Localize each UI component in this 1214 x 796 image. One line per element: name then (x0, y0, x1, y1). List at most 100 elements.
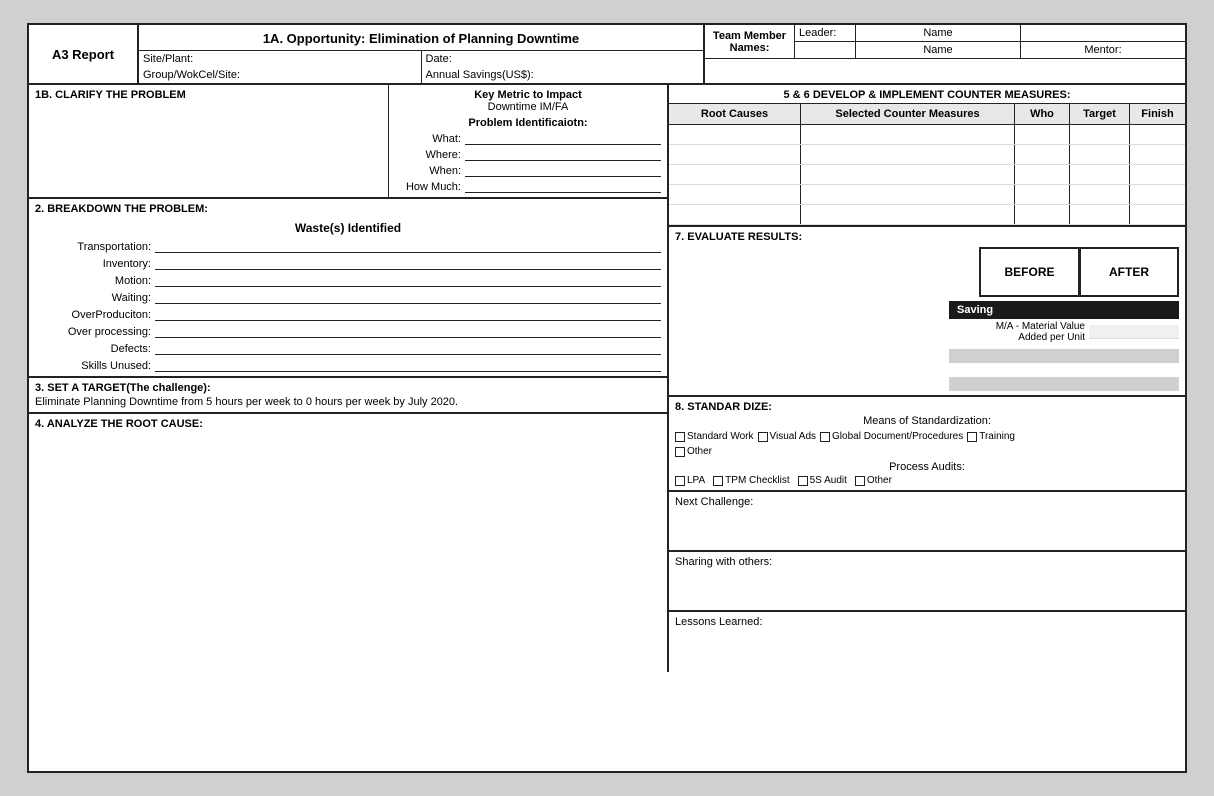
ss-box (798, 476, 808, 486)
skills-line (155, 358, 661, 372)
other2-label: Other (867, 475, 892, 486)
section-2: 2. BREAKDOWN THE PROBLEM: Waste(s) Ident… (29, 199, 667, 378)
lpa-check[interactable]: LPA (675, 475, 705, 486)
inventory-field: Inventory: (35, 256, 661, 270)
training-check[interactable]: Training (967, 431, 1015, 442)
cm-row-1-finish (1130, 125, 1185, 144)
date-label: Date: (426, 53, 452, 65)
checkboxes-row-2: Other (675, 446, 1179, 457)
site-plant-label: Site/Plant: (143, 53, 193, 65)
group-field: Group/WokCel/Site: (139, 67, 422, 83)
overproduction-line (155, 307, 661, 321)
main-content: 1B. CLARIFY THE PROBLEM Key Metric to Im… (29, 85, 1185, 672)
overproduction-label: OverProduciton: (35, 309, 155, 321)
cm-row-5-who (1015, 205, 1070, 224)
over-processing-line (155, 324, 661, 338)
cm-row-4-who (1015, 185, 1070, 204)
how-much-field: How Much: (395, 179, 661, 193)
transportation-label: Transportation: (35, 241, 155, 253)
section-2-title: 2. BREAKDOWN THE PROBLEM: (35, 203, 661, 215)
when-field: When: (395, 163, 661, 177)
global-doc-check[interactable]: Global Document/Procedures (820, 431, 963, 442)
transportation-field: Transportation: (35, 239, 661, 253)
waiting-field: Waiting: (35, 290, 661, 304)
saving-bar: Saving (949, 301, 1179, 319)
header-right: Team Member Names: Leader: Name Name Men… (705, 25, 1185, 83)
checkboxes-row: Standard Work Visual Ads Global Document… (675, 431, 1179, 442)
cm-row-1 (669, 125, 1185, 145)
left-col: 1B. CLARIFY THE PROBLEM Key Metric to Im… (29, 85, 669, 672)
overproduction-field: OverProduciton: (35, 307, 661, 321)
lpa-box (675, 476, 685, 486)
section-1b-right: Key Metric to Impact Downtime IM/FA Prob… (389, 85, 667, 197)
next-challenge-section: Next Challenge: (669, 492, 1185, 552)
name-col: Name (855, 42, 1021, 58)
section-4-title: 4. ANALYZE THE ROOT CAUSE: (35, 418, 661, 430)
other2-check[interactable]: Other (855, 475, 892, 486)
when-line (465, 163, 661, 177)
site-plant-field: Site/Plant: (139, 51, 422, 67)
a3-label: A3 Report (29, 25, 139, 83)
defects-line (155, 341, 661, 355)
section-3-content: Eliminate Planning Downtime from 5 hours… (35, 396, 661, 408)
skills-field: Skills Unused: (35, 358, 661, 372)
section-3-title: 3. SET A TARGET(The challenge): (35, 382, 661, 394)
audit-checkboxes: LPA TPM Checklist 5S Audit Other (675, 475, 1179, 486)
transportation-line (155, 239, 661, 253)
savings-field: Annual Savings(US$): (422, 67, 704, 83)
cm-row-2-selected (801, 145, 1015, 164)
global-doc-label: Global Document/Procedures (832, 431, 963, 442)
saving-gray-bar-1 (949, 349, 1179, 363)
cm-row-4-root (669, 185, 801, 204)
cm-row-4 (669, 185, 1185, 205)
col-finish: Finish (1130, 104, 1185, 124)
ss-label: 5S Audit (810, 475, 847, 486)
process-audits-title: Process Audits: (675, 461, 1179, 473)
before-after-box: BEFORE AFTER (979, 247, 1179, 297)
counter-measures-header: Root Causes Selected Counter Measures Wh… (669, 104, 1185, 125)
a3-report-page: A3 Report 1A. Opportunity: Elimination o… (27, 23, 1187, 773)
visual-ads-box (758, 432, 768, 442)
section-8: 8. STANDAR DIZE: Means of Standardizatio… (669, 397, 1185, 492)
cm-row-5-finish (1130, 205, 1185, 224)
standard-work-check[interactable]: Standard Work (675, 431, 754, 442)
other1-check[interactable]: Other (675, 446, 712, 457)
sharing-section: Sharing with others: (669, 552, 1185, 612)
section-56: 5 & 6 DEVELOP & IMPLEMENT COUNTER MEASUR… (669, 85, 1185, 227)
leader-name-col: Name (855, 25, 1021, 41)
saving-gray-bar-2 (949, 377, 1179, 391)
team-member-label: Team Member Names: (705, 25, 795, 58)
where-line (465, 147, 661, 161)
cm-row-3-selected (801, 165, 1015, 184)
cm-row-5-target (1070, 205, 1130, 224)
wastes-title: Waste(s) Identified (35, 221, 661, 235)
section-56-title: 5 & 6 DEVELOP & IMPLEMENT COUNTER MEASUR… (669, 85, 1185, 104)
col-selected: Selected Counter Measures (801, 104, 1015, 124)
group-label: Group/WokCel/Site: (143, 69, 240, 81)
motion-field: Motion: (35, 273, 661, 287)
cm-row-2 (669, 145, 1185, 165)
visual-ads-check[interactable]: Visual Ads (758, 431, 817, 442)
cm-row-5-selected (801, 205, 1015, 224)
section-1b-left: 1B. CLARIFY THE PROBLEM (29, 85, 389, 197)
cm-row-1-target (1070, 125, 1130, 144)
inventory-label: Inventory: (35, 258, 155, 270)
standard-work-box (675, 432, 685, 442)
cm-data-rows (669, 125, 1185, 225)
over-processing-label: Over processing: (35, 326, 155, 338)
name-row: Name Mentor: (795, 42, 1185, 58)
standard-work-label: Standard Work (687, 431, 754, 442)
team-member-names: Leader: Name Name Mentor: (795, 25, 1185, 58)
col-target: Target (1070, 104, 1130, 124)
cm-row-2-target (1070, 145, 1130, 164)
lessons-section: Lessons Learned: (669, 612, 1185, 672)
global-doc-box (820, 432, 830, 442)
cm-row-5 (669, 205, 1185, 225)
training-box (967, 432, 977, 442)
section-7-title: 7. EVALUATE RESULTS: (675, 231, 1179, 243)
training-label: Training (979, 431, 1015, 442)
tpm-check[interactable]: TPM Checklist (713, 475, 789, 486)
ss-check[interactable]: 5S Audit (798, 475, 847, 486)
how-much-label: How Much: (395, 181, 465, 193)
cm-row-4-finish (1130, 185, 1185, 204)
